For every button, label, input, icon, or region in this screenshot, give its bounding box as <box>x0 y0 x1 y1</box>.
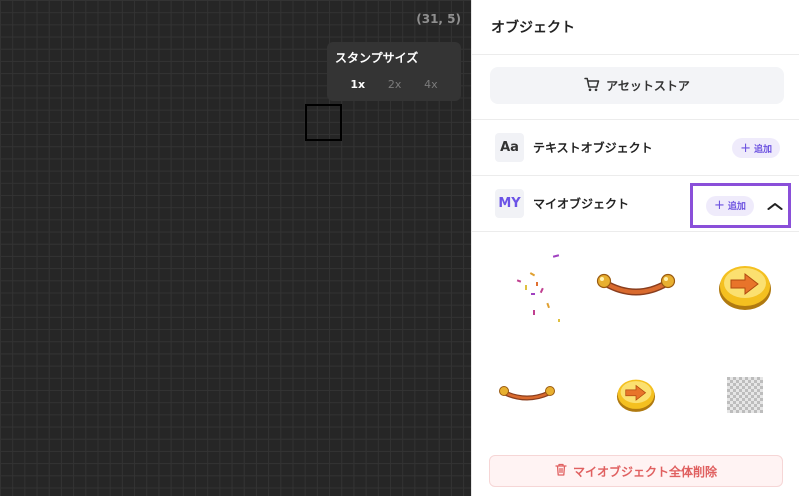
cursor-coordinates: (31, 5) <box>416 12 461 26</box>
asset-store-section: アセットストア <box>472 55 799 120</box>
bar-object[interactable] <box>581 233 690 341</box>
confetti-image <box>516 254 560 322</box>
arrow-button-object[interactable] <box>690 233 799 341</box>
my-object-label: マイオブジェクト <box>533 197 630 211</box>
delete-all-label: マイオブジェクト全体削除 <box>572 464 717 479</box>
cart-icon <box>584 77 600 95</box>
checker-image <box>726 377 763 413</box>
add-text-object-label: 追加 <box>753 144 772 155</box>
panel-title: オブジェクト <box>491 20 575 36</box>
arrow-button-small-image <box>616 379 655 412</box>
arrow-button-object-small[interactable] <box>581 341 690 449</box>
stamp-size-panel: スタンプサイズ 1x 2x 4x <box>327 42 461 101</box>
my-object-grid <box>472 233 799 448</box>
delete-all-my-objects-button[interactable]: マイオブジェクト全体削除 <box>489 455 783 487</box>
bar-image <box>596 273 675 296</box>
confetti-object[interactable] <box>472 233 581 341</box>
chevron-up-icon[interactable] <box>767 199 783 213</box>
add-my-object-button[interactable]: + 追加 <box>706 195 754 216</box>
arrow-button-image <box>718 266 771 310</box>
panel-header: オブジェクト <box>472 0 799 55</box>
trash-icon <box>555 463 567 479</box>
text-object-label: テキストオブジェクト <box>533 141 653 155</box>
text-object-row: Aa テキストオブジェクト + 追加 <box>472 120 799 176</box>
stamp-size-title: スタンプサイズ <box>335 51 419 65</box>
bar-small-image <box>498 386 555 401</box>
asset-store-label: アセットストア <box>606 79 690 93</box>
asset-store-button[interactable]: アセットストア <box>490 67 784 104</box>
bar-object-small[interactable] <box>472 341 581 449</box>
stamp-size-1x[interactable]: 1x <box>350 78 365 91</box>
transparent-object[interactable] <box>690 341 799 449</box>
stamp-size-2x[interactable]: 2x <box>388 78 402 91</box>
add-text-object-button[interactable]: + 追加 <box>732 138 780 158</box>
stamp-cursor <box>305 104 342 141</box>
my-object-row: MY マイオブジェクト + 追加 <box>472 176 799 232</box>
text-object-icon: Aa <box>495 133 524 162</box>
my-object-icon: MY <box>495 189 524 218</box>
add-my-object-label: 追加 <box>727 202 746 212</box>
plus-icon: + <box>740 140 751 156</box>
plus-icon: + <box>714 198 725 213</box>
my-object-controls: + 追加 <box>690 183 791 228</box>
stamp-size-options: 1x 2x 4x <box>335 78 453 91</box>
stamp-canvas[interactable]: (31, 5) スタンプサイズ 1x 2x 4x <box>0 0 471 496</box>
stamp-size-4x[interactable]: 4x <box>424 78 438 91</box>
